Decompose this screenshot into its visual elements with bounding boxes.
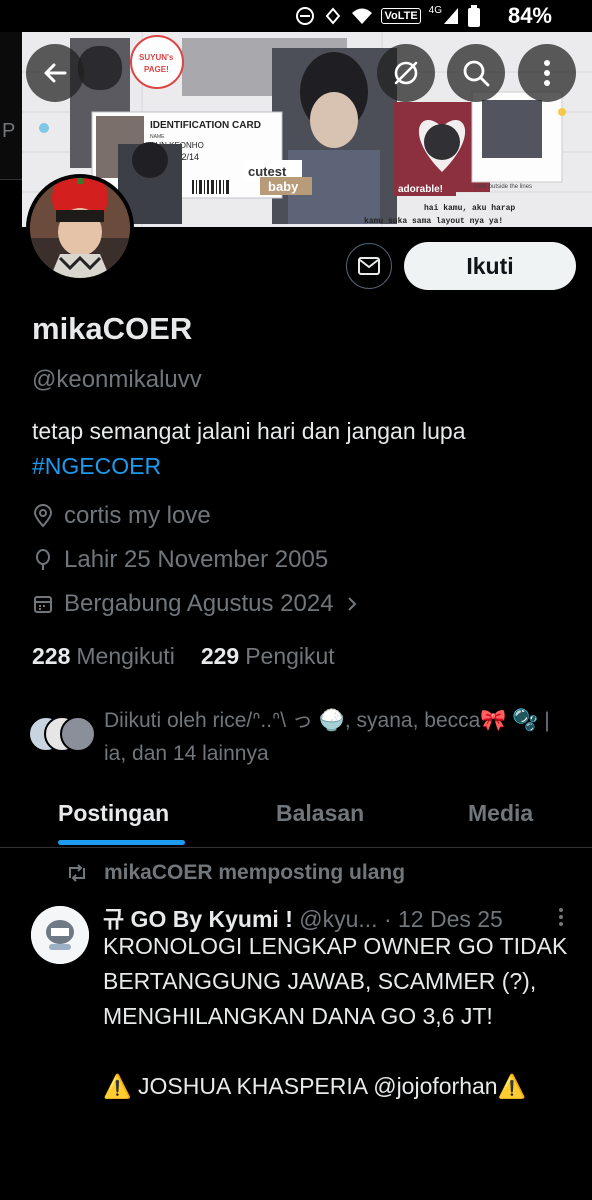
- banner-note-1: hai kamu, aku harap: [424, 204, 515, 213]
- mail-icon: [358, 257, 380, 275]
- svg-text:PAGE!: PAGE!: [144, 65, 169, 74]
- followers-label: Pengikut: [245, 643, 335, 669]
- repost-label: mikaCOER memposting ulang: [104, 861, 406, 884]
- chevron-right-icon: [347, 597, 356, 611]
- repost-icon: [69, 864, 85, 882]
- follower-avatar: [60, 716, 96, 752]
- grok-button[interactable]: [377, 44, 435, 102]
- id-card-name-label: NAME: [150, 134, 165, 140]
- post-author-avatar[interactable]: [31, 906, 89, 964]
- avatar-image: [30, 178, 130, 278]
- status-icons: VoLTE 4G: [295, 4, 480, 28]
- sticker-color: color outside the lines: [474, 184, 532, 190]
- signal-icon: [444, 8, 458, 24]
- joined-text: Bergabung Agustus 2024: [64, 590, 334, 617]
- left-edge-strip: P: [0, 32, 22, 180]
- tab-media[interactable]: Media: [468, 800, 533, 827]
- profile-bio: tetap semangat jalani hari dan jangan lu…: [32, 414, 572, 484]
- search-button[interactable]: [447, 44, 505, 102]
- profile-avatar[interactable]: [26, 174, 134, 282]
- id-card-title: IDENTIFICATION CARD: [150, 120, 261, 131]
- more-options-button[interactable]: [518, 44, 576, 102]
- slash-circle-icon: [394, 61, 418, 85]
- tab-postingan[interactable]: Postingan: [58, 800, 169, 827]
- wifi-icon: [352, 8, 373, 24]
- search-icon: [463, 60, 490, 87]
- followers-count: 229: [200, 643, 240, 669]
- profile-tabs: Postingan Balasan Media: [0, 788, 592, 848]
- arrow-left-icon: [44, 63, 67, 83]
- active-tab-indicator: [58, 840, 185, 845]
- user-handle: @keonmikaluvv: [32, 366, 202, 393]
- joined-row[interactable]: Bergabung Agustus 2024: [32, 590, 360, 618]
- post-text-line: KRONOLOGI LENGKAP OWNER GO TIDAK BERTANG…: [103, 933, 568, 1029]
- battery-percent: 84%: [507, 3, 552, 28]
- vibrate-icon: [326, 7, 341, 25]
- balloon-icon: [36, 549, 50, 570]
- display-name: mikaCOER: [32, 311, 193, 346]
- more-vertical-icon: [544, 60, 550, 86]
- follow-stats: 228 Mengikuti 229 Pengikut: [32, 643, 335, 670]
- message-button[interactable]: [346, 243, 392, 289]
- calendar-icon: [34, 596, 52, 613]
- bio-text: tetap semangat jalani hari dan jangan lu…: [32, 418, 466, 444]
- svg-text:SUYUN's: SUYUN's: [139, 53, 174, 62]
- followed-by-text: Diikuti oleh rice/ᐢ..ᐢ\ っ 🍚, syana, becc…: [104, 709, 550, 765]
- back-button[interactable]: [26, 44, 84, 102]
- dnd-icon: [296, 7, 315, 25]
- sticker-adorable: adorable!: [398, 184, 443, 195]
- tab-balasan[interactable]: Balasan: [276, 800, 364, 827]
- location-pin-icon: [33, 504, 53, 528]
- battery-icon: [468, 5, 480, 27]
- following-count: 228: [32, 643, 71, 669]
- following-label: Mengikuti: [76, 643, 175, 669]
- more-vertical-icon: [559, 908, 563, 926]
- banner-note-2: kamu suka sama layout nya ya!: [364, 217, 503, 226]
- author-avatar-image: [31, 906, 89, 964]
- volte-badge: VoLTE: [381, 8, 421, 24]
- location-row: cortis my love: [32, 502, 211, 530]
- birthday-row: Lahir 25 November 2005: [32, 546, 328, 574]
- location-text: cortis my love: [64, 502, 211, 529]
- followed-by-avatars: [28, 716, 98, 756]
- post-body[interactable]: KRONOLOGI LENGKAP OWNER GO TIDAK BERTANG…: [103, 929, 573, 1104]
- post-text-line: ⚠️ JOSHUA KHASPERIA @jojoforhan⚠️: [103, 1073, 527, 1099]
- following-stat[interactable]: 228 Mengikuti: [32, 643, 175, 670]
- sticker-baby: baby: [268, 179, 299, 194]
- sticker-cutest: cutest: [248, 164, 287, 179]
- network-label: 4G: [428, 4, 442, 16]
- bio-hashtag-link[interactable]: #NGECOER: [32, 449, 572, 484]
- followers-stat[interactable]: 229 Pengikut: [201, 643, 335, 670]
- birthday-text: Lahir 25 November 2005: [64, 546, 329, 573]
- repost-indicator: mikaCOER memposting ulang: [66, 861, 405, 885]
- status-bar: VoLTE 4G 84%: [0, 0, 592, 32]
- follow-button[interactable]: Ikuti: [404, 242, 576, 290]
